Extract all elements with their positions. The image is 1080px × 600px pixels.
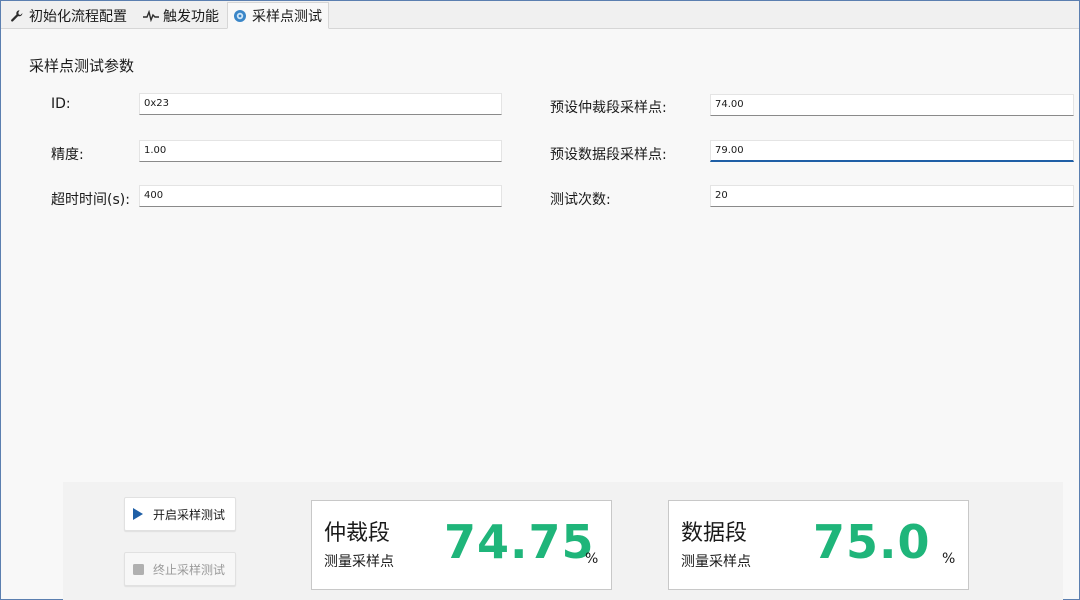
disc-icon [232,8,248,24]
tab-label: 触发功能 [163,9,219,25]
tab-sample-point-test[interactable]: 采样点测试 [227,2,329,29]
test-count-label: 测试次数: [550,192,611,208]
data-sample-value: 75.0 [813,515,931,569]
tab-trigger-function[interactable]: 触发功能 [139,3,225,29]
app-window: 初始化流程配置 触发功能 采样点测试 采样点测试参数 ID: 0x23 精度: … [0,0,1080,600]
tab-label: 采样点测试 [252,8,322,25]
data-preset-field[interactable]: 79.00 [710,140,1074,162]
data-preset-label: 预设数据段采样点: [550,147,667,163]
arbitration-card-subtitle: 测量采样点 [324,554,394,570]
precision-label: 精度: [51,147,84,163]
precision-field[interactable]: 1.00 [139,140,502,162]
arbitration-card-title: 仲裁段 [324,521,391,546]
test-count-field[interactable]: 20 [710,185,1074,207]
stop-button-label: 终止采样测试 [153,562,226,577]
tab-label: 初始化流程配置 [29,9,127,25]
arb-preset-field[interactable]: 74.00 [710,94,1074,116]
arb-preset-label: 预设仲裁段采样点: [550,100,667,116]
pulse-icon [143,8,159,24]
tab-bar: 初始化流程配置 触发功能 采样点测试 [1,1,1079,29]
arbitration-unit: % [585,551,599,567]
arbitration-sample-value: 74.75 [444,515,595,569]
data-card-title: 数据段 [681,521,748,546]
play-icon [131,507,145,521]
start-button-label: 开启采样测试 [153,507,226,522]
wrench-icon [9,8,25,24]
timeout-field[interactable]: 400 [139,185,502,207]
arbitration-result-card: 仲裁段 测量采样点 74.75 % [311,500,612,590]
data-result-card: 数据段 测量采样点 75.0 % [668,500,969,590]
tab-init-flow-config[interactable]: 初始化流程配置 [5,3,133,29]
stop-icon [131,562,145,576]
id-field[interactable]: 0x23 [139,93,502,115]
id-label: ID: [51,96,71,112]
start-sample-test-button[interactable]: 开启采样测试 [124,497,236,531]
stop-sample-test-button[interactable]: 终止采样测试 [124,552,236,586]
section-title: 采样点测试参数 [29,57,135,75]
data-unit: % [942,551,956,567]
timeout-label: 超时时间(s): [51,192,130,208]
data-card-subtitle: 测量采样点 [681,554,751,570]
